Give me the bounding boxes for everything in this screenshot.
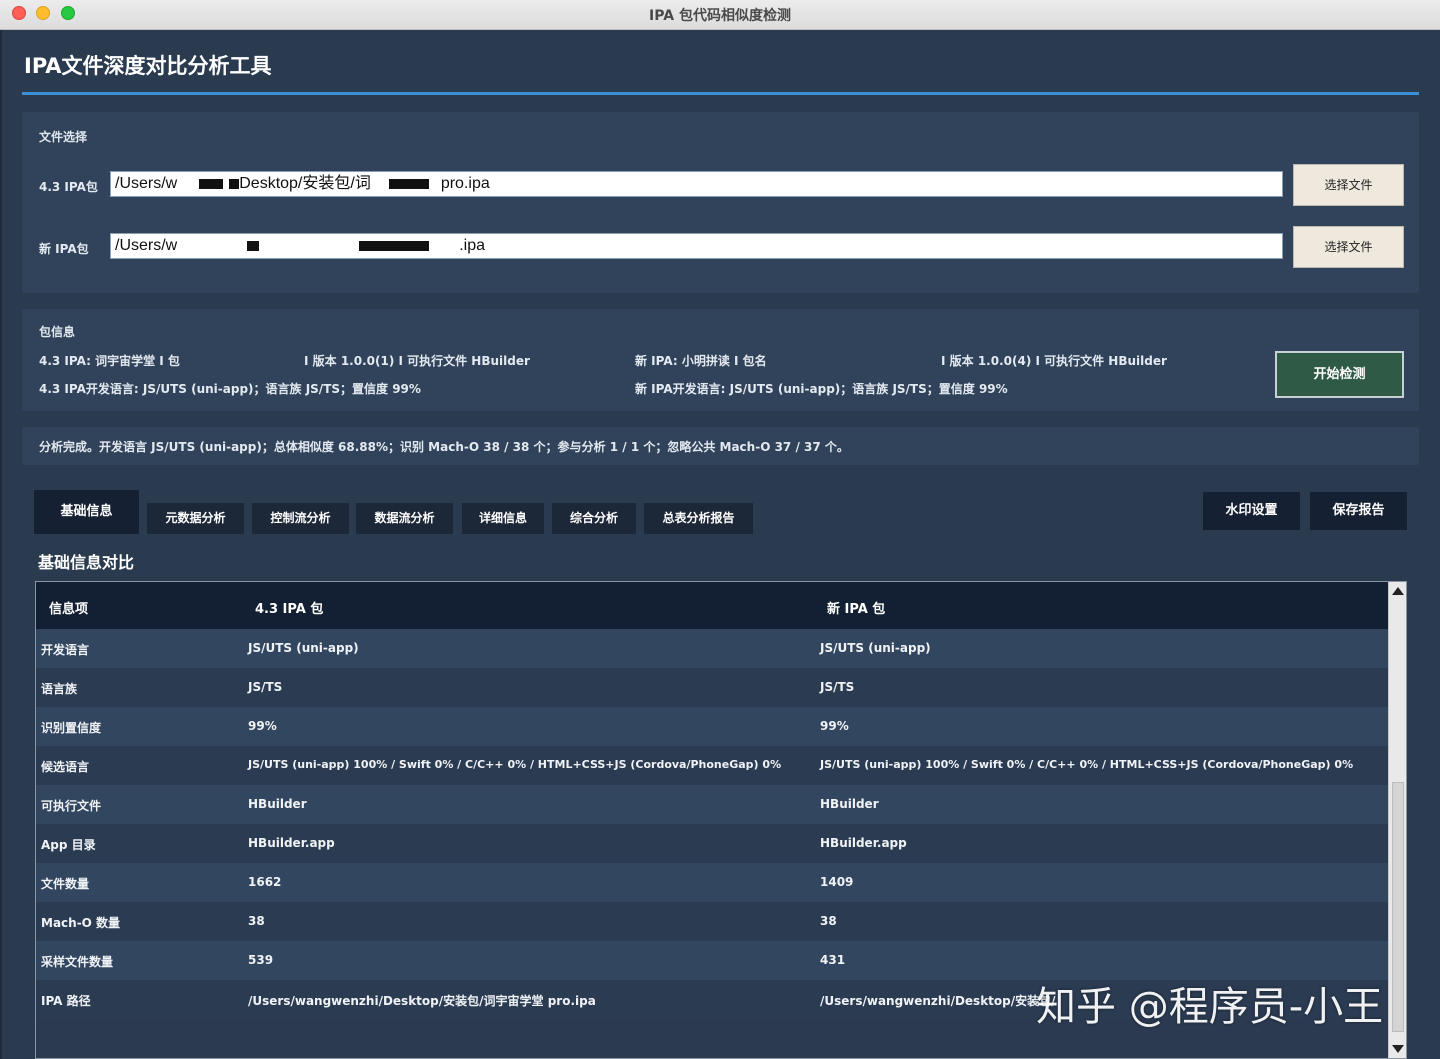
row-label: 候选语言 (41, 760, 90, 774)
new-value: 38 (820, 914, 837, 928)
table-row[interactable]: 文件数量 1662 1409 (36, 863, 1388, 902)
old-ipa-version-info: I 版本 1.0.0(1) I 可执行文件 HBuilder (304, 354, 530, 368)
window-titlebar: IPA 包代码相似度检测 (0, 0, 1440, 30)
app-title: IPA文件深度对比分析工具 (24, 54, 272, 78)
row-label: App 目录 (41, 838, 96, 852)
new-value: /Users/wangwenzhi/Desktop/安装包/ (820, 994, 1056, 1008)
new-value: HBuilder.app (820, 836, 907, 850)
new-ipa-info: 新 IPA: 小明拼读 I 包名 (635, 354, 767, 368)
new-value: 431 (820, 953, 846, 967)
choose-old-file-button[interactable]: 选择文件 (1293, 164, 1404, 206)
window-title: IPA 包代码相似度检测 (649, 8, 791, 24)
row-label: 识别置信度 (41, 721, 102, 735)
new-value: JS/UTS (uni-app) (820, 641, 931, 655)
old-value: JS/UTS (uni-app) 100% / Swift 0% / C/C++… (248, 758, 782, 771)
table-row[interactable]: 可执行文件 HBuilder HBuilder (36, 785, 1388, 824)
old-path-prefix: /Users/w (115, 175, 178, 192)
scrollbar-thumb[interactable] (1392, 782, 1404, 1032)
redaction-mark (359, 240, 430, 251)
old-value: 99% (248, 719, 277, 733)
watermark-overlay: 知乎 @程序员-小王 (1036, 984, 1384, 1030)
tab-metadata-analysis[interactable]: 元数据分析 (147, 503, 244, 534)
redaction-mark (199, 178, 224, 189)
table-header: 信息项 4.3 IPA 包 新 IPA 包 (36, 582, 1388, 629)
new-value: 99% (820, 719, 849, 733)
old-value: HBuilder (248, 797, 307, 811)
old-ipa-label: 4.3 IPA包 (39, 180, 98, 194)
package-info-label: 包信息 (39, 325, 76, 339)
row-label: Mach-O 数量 (41, 916, 121, 930)
old-value: /Users/wangwenzhi/Desktop/安装包/词宇宙学堂 pro.… (248, 994, 596, 1008)
new-path-prefix: /Users/w (115, 237, 178, 254)
tab-summary-report[interactable]: 总表分析报告 (644, 503, 753, 534)
row-label: 采样文件数量 (41, 955, 114, 969)
row-label: 开发语言 (41, 643, 90, 657)
row-label: IPA 路径 (41, 994, 91, 1008)
table-scrollbar[interactable] (1388, 582, 1406, 1058)
row-label: 文件数量 (41, 877, 90, 891)
old-ipa-language-info: 4.3 IPA开发语言: JS/UTS (uni-app)；语言族 JS/TS；… (39, 382, 421, 396)
old-ipa-info: 4.3 IPA: 词宇宙学堂 I 包 (39, 354, 180, 368)
table-row[interactable]: 识别置信度 99% 99% (36, 707, 1388, 746)
scroll-down-arrow-icon[interactable] (1392, 1045, 1404, 1053)
new-value: HBuilder (820, 797, 879, 811)
save-report-button[interactable]: 保存报告 (1310, 492, 1407, 530)
row-label: 可执行文件 (41, 799, 102, 813)
new-ipa-version-info: I 版本 1.0.0(4) I 可执行文件 HBuilder (941, 354, 1167, 368)
window-edge (0, 30, 2, 1059)
new-value: JS/TS (820, 680, 855, 694)
redaction-mark (388, 178, 429, 189)
old-path-mid: Desktop/安装包/词 (239, 175, 371, 192)
basic-info-heading: 基础信息对比 (38, 553, 135, 572)
old-value: JS/TS (248, 680, 283, 694)
file-select-label: 文件选择 (39, 130, 88, 144)
table-row[interactable]: 开发语言 JS/UTS (uni-app) JS/UTS (uni-app) (36, 629, 1388, 668)
tab-details[interactable]: 详细信息 (462, 503, 544, 534)
new-value: JS/UTS (uni-app) 100% / Swift 0% / C/C++… (820, 758, 1354, 771)
start-detect-button[interactable]: 开始检测 (1275, 351, 1404, 398)
choose-new-file-button[interactable]: 选择文件 (1293, 226, 1404, 268)
old-value: JS/UTS (uni-app) (248, 641, 359, 655)
tab-control-flow-analysis[interactable]: 控制流分析 (252, 503, 349, 534)
old-path-suffix: pro.ipa (440, 175, 490, 192)
new-ipa-language-info: 新 IPA开发语言: JS/UTS (uni-app)；语言族 JS/TS；置信… (635, 382, 1008, 396)
row-label: 语言族 (41, 682, 78, 696)
watermark-settings-button[interactable]: 水印设置 (1203, 492, 1300, 530)
new-value: 1409 (820, 875, 854, 889)
old-ipa-path-input[interactable]: /Users/w Desktop/安装包/词 pro.ipa (110, 171, 1283, 197)
tab-comprehensive-analysis[interactable]: 综合分析 (552, 503, 636, 534)
package-info-panel: 包信息 4.3 IPA: 词宇宙学堂 I 包 I 版本 1.0.0(1) I 可… (22, 309, 1419, 411)
redaction-mark (229, 178, 240, 189)
new-ipa-label: 新 IPA包 (39, 242, 89, 256)
scroll-up-arrow-icon[interactable] (1392, 587, 1404, 595)
table-row[interactable]: App 目录 HBuilder.app HBuilder.app (36, 824, 1388, 863)
file-select-panel: 文件选择 4.3 IPA包 /Users/w Desktop/安装包/词 pro.i… (22, 112, 1419, 293)
old-value: HBuilder.app (248, 836, 335, 850)
new-path-suffix: .ipa (459, 237, 486, 254)
status-text: 分析完成。开发语言 JS/UTS (uni-app)；总体相似度 68.88%；… (39, 440, 849, 454)
old-value: 1662 (248, 875, 282, 889)
old-value: 38 (248, 914, 265, 928)
tab-data-flow-analysis[interactable]: 数据流分析 (356, 503, 453, 534)
new-ipa-path-input[interactable]: /Users/w .ipa (110, 233, 1283, 259)
status-panel: 分析完成。开发语言 JS/UTS (uni-app)；总体相似度 68.88%；… (22, 427, 1419, 465)
column-header-old-ipa[interactable]: 4.3 IPA 包 (255, 598, 323, 617)
column-header-item[interactable]: 信息项 (49, 598, 88, 617)
table-row[interactable]: 语言族 JS/TS JS/TS (36, 668, 1388, 707)
redaction-mark (247, 240, 260, 251)
table-row[interactable]: 候选语言 JS/UTS (uni-app) 100% / Swift 0% / … (36, 746, 1388, 785)
title-divider (22, 92, 1419, 95)
tab-basic-info[interactable]: 基础信息 (34, 490, 139, 534)
old-value: 539 (248, 953, 274, 967)
column-header-new-ipa[interactable]: 新 IPA 包 (827, 598, 885, 617)
table-row[interactable]: Mach-O 数量 38 38 (36, 902, 1388, 941)
